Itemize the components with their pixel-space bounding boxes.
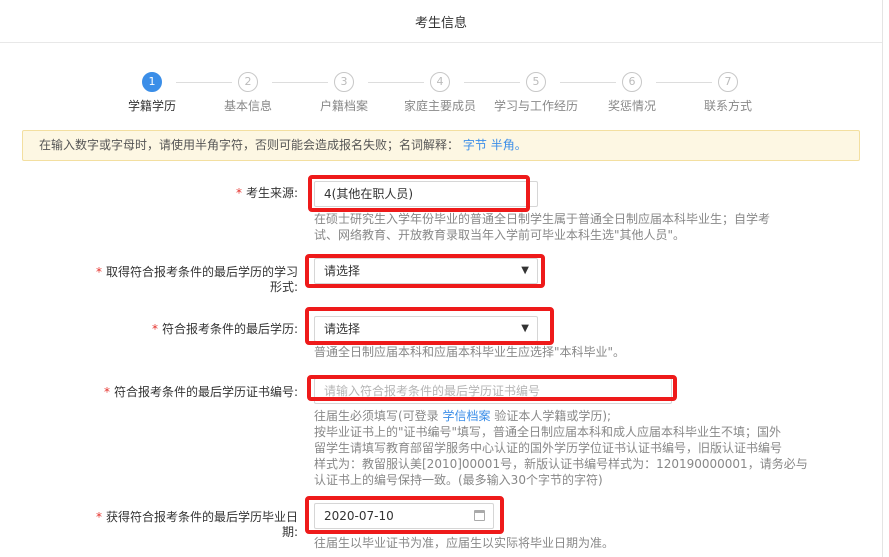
step-label: 基本信息	[223, 99, 272, 113]
step-label: 户籍档案	[319, 99, 368, 113]
study-form-label-text: 形式:	[269, 280, 298, 294]
step-number: 1	[142, 72, 162, 92]
cert-no-hint: 往届生必须填写(可登录 学信档案 验证本人学籍或学历); 按毕业证书上的"证书编…	[314, 408, 808, 488]
source-hint: 在硕士研究生入学年份毕业的普通全日制学生属于普通全日制应届本科毕业生；自学考 试…	[314, 211, 770, 243]
step-label: 奖惩情况	[607, 99, 656, 113]
source-hint-line: 试、网络教育、开放教育录取当年入学前可毕业本科生选"其他人员"。	[314, 228, 686, 242]
header-bar: 考生信息	[0, 0, 882, 43]
step-number: 6	[622, 72, 642, 92]
step-contact[interactable]: 7 联系方式	[680, 72, 776, 114]
calendar-icon[interactable]	[474, 510, 485, 521]
study-form-selected-value: 请选择	[324, 264, 361, 278]
cert-no-placeholder: 请输入符合报考条件的最后学历证书编号	[324, 384, 541, 398]
step-number: 2	[238, 72, 258, 92]
caret-down-icon: ▼	[521, 323, 529, 334]
grad-date-label: * 获得符合报考条件的最后学历毕业日 期:	[90, 510, 298, 540]
source-label: * 考生来源:	[150, 186, 298, 201]
cert-no-hint-line: 按毕业证书上的"证书编号"填写，普通全日制应届本科和成人应届本科毕业生不填；国外	[314, 425, 782, 439]
step-label: 家庭主要成员	[403, 99, 476, 113]
caret-down-icon: ▼	[521, 265, 529, 276]
study-form-label-text: 取得符合报考条件的最后学历的学习	[105, 265, 298, 279]
cert-no-hint-line: 样式为：教留服认美[2010]00001号，新版认证书编号样式为：1201900…	[314, 457, 808, 471]
step-number: 3	[334, 72, 354, 92]
xuexin-archive-link[interactable]: 学信档案	[443, 409, 491, 423]
halfwidth-notice: 在输入数字或字母时，请使用半角字符，否则可能会造成报名失败；名词解释： 字节 半…	[22, 130, 860, 161]
last-degree-label-text: 符合报考条件的最后学历:	[161, 322, 298, 336]
last-degree-hint: 普通全日制应届本科和应届本科毕业生应选择"本科毕业"。	[314, 345, 626, 359]
notice-link-halfwidth[interactable]: 半角。	[491, 138, 527, 152]
step-xueji[interactable]: 1 学籍学历	[104, 72, 200, 114]
step-progress: 1 学籍学历 2 基本信息 3 户籍档案 4 家庭主要成员 5 学习与工作经历 …	[0, 72, 889, 116]
grad-date-value: 2020-07-10	[324, 509, 394, 523]
cert-no-hint-text: 验证本人学籍或学历);	[490, 409, 612, 423]
cert-no-label-text: 符合报考条件的最后学历证书编号:	[113, 385, 298, 399]
step-label: 联系方式	[703, 99, 752, 113]
cert-no-hint-text: 往届生必须填写(可登录	[314, 409, 443, 423]
step-label: 学籍学历	[127, 99, 176, 113]
required-mark: *	[95, 510, 102, 524]
source-selected-value: 4(其他在职人员)	[324, 187, 413, 201]
source-select[interactable]: 4(其他在职人员)	[314, 181, 538, 207]
cert-no-label: * 符合报考条件的最后学历证书编号:	[90, 385, 298, 400]
required-mark: *	[151, 322, 158, 336]
source-hint-line: 在硕士研究生入学年份毕业的普通全日制学生属于普通全日制应届本科毕业生；自学考	[314, 212, 771, 226]
grad-date-hint: 往届生以毕业证书为准，应届生以实际将毕业日期为准。	[314, 536, 615, 550]
study-form-label: * 取得符合报考条件的最后学历的学习 形式:	[90, 265, 298, 295]
required-mark: *	[235, 186, 242, 200]
notice-link-byte[interactable]: 字节	[463, 138, 487, 152]
last-degree-selected-value: 请选择	[324, 322, 361, 336]
step-number: 4	[430, 72, 450, 92]
step-basic-info[interactable]: 2 基本信息	[200, 72, 296, 114]
step-family[interactable]: 4 家庭主要成员	[392, 72, 488, 114]
cert-no-input[interactable]: 请输入符合报考条件的最后学历证书编号	[314, 378, 672, 404]
source-label-text: 考生来源:	[245, 186, 298, 200]
last-degree-label: * 符合报考条件的最后学历:	[120, 322, 298, 337]
page-title: 考生信息	[414, 16, 467, 31]
step-number: 5	[526, 72, 546, 92]
step-label: 学习与工作经历	[493, 99, 578, 113]
step-huji[interactable]: 3 户籍档案	[296, 72, 392, 114]
study-form-select[interactable]: 请选择 ▼	[314, 258, 538, 284]
last-degree-select[interactable]: 请选择 ▼	[314, 316, 538, 342]
cert-no-hint-line: 留学生请填写教育部留学服务中心认证的国外学历学位证书认证书编号，旧版认证书编号	[314, 441, 783, 455]
grad-date-input[interactable]: 2020-07-10	[314, 503, 494, 529]
step-number: 7	[718, 72, 738, 92]
step-rewards[interactable]: 6 奖惩情况	[584, 72, 680, 114]
grad-date-label-text: 获得符合报考条件的最后学历毕业日	[105, 510, 298, 524]
notice-text: 在输入数字或字母时，请使用半角字符，否则可能会造成报名失败；名词解释：	[39, 138, 460, 152]
step-study-work[interactable]: 5 学习与工作经历	[488, 72, 584, 114]
grad-date-label-text: 期:	[281, 525, 298, 539]
required-mark: *	[103, 385, 110, 399]
cert-no-hint-line: 认证书上的编号保持一致。(最多输入30个字节的字符)	[314, 473, 603, 487]
required-mark: *	[95, 265, 102, 279]
